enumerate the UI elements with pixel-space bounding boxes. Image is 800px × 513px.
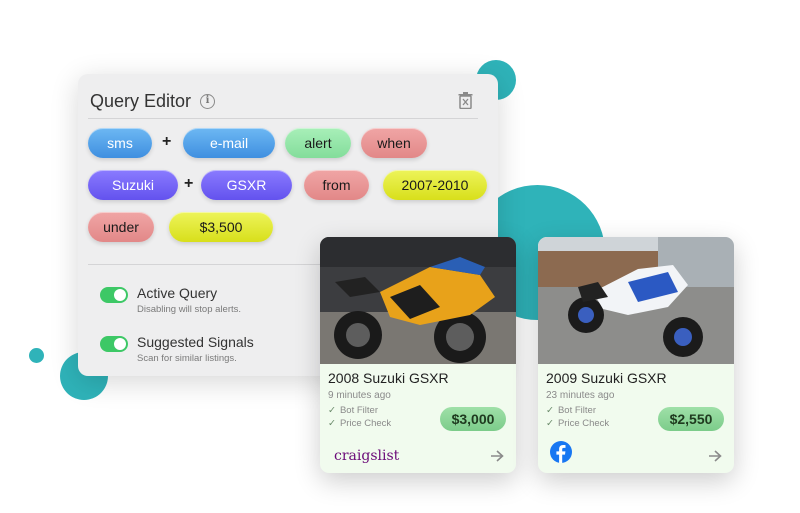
listing-title: 2009 Suzuki GSXR — [546, 370, 667, 386]
chip-from[interactable]: from — [304, 170, 369, 200]
toggle-label: Active Query — [137, 285, 218, 301]
listing-time: 9 minutes ago — [328, 390, 391, 401]
editor-title: Query Editor — [90, 91, 192, 111]
plus-operator: + — [162, 133, 172, 150]
active-query-toggle[interactable] — [100, 287, 128, 303]
chip-gsxr[interactable]: GSXR — [201, 170, 292, 200]
suggested-signals-setting: Suggested Signals Scan for similar listi… — [100, 334, 254, 364]
suggested-signals-toggle[interactable] — [100, 336, 128, 352]
price-badge: $3,000 — [440, 407, 506, 431]
arrow-right-icon[interactable] — [490, 450, 504, 462]
listing-card[interactable]: 2009 Suzuki GSXR 23 minutes ago ✓ Bot Fil… — [538, 237, 734, 473]
toggle-label: Suggested Signals — [137, 334, 254, 350]
check-item: ✓ Price Check — [546, 418, 610, 429]
check-icon: ✓ — [328, 418, 336, 429]
arrow-right-icon[interactable] — [708, 450, 722, 462]
craigslist-logo: craigslist — [334, 448, 400, 464]
check-item: ✓ Bot Filter — [546, 405, 596, 416]
chip-suzuki[interactable]: Suzuki — [88, 170, 178, 200]
check-item: ✓ Price Check — [328, 418, 392, 429]
check-item: ✓ Bot Filter — [328, 405, 378, 416]
price-badge: $2,550 — [658, 407, 724, 431]
toggle-description: Scan for similar listings. — [137, 353, 237, 364]
active-query-setting: Active Query Disabling will stop alerts. — [100, 285, 241, 315]
chip-year-range[interactable]: 2007-2010 — [383, 170, 487, 200]
decorative-dot — [29, 348, 44, 363]
editor-header: Query Editor i — [90, 91, 216, 112]
orange-motorcycle-photo — [320, 237, 516, 364]
chip-sms[interactable]: sms — [88, 128, 152, 158]
check-icon: ✓ — [546, 418, 554, 429]
info-icon[interactable]: i — [200, 94, 216, 109]
chip-under[interactable]: under — [88, 212, 154, 242]
chip-alert[interactable]: alert — [285, 128, 351, 158]
listing-title: 2008 Suzuki GSXR — [328, 370, 449, 386]
check-icon: ✓ — [328, 405, 336, 416]
chip-price-limit[interactable]: $3,500 — [169, 212, 273, 242]
header-divider — [88, 118, 478, 119]
trash-icon[interactable] — [458, 92, 473, 109]
listing-time: 23 minutes ago — [546, 390, 615, 401]
plus-operator: + — [184, 175, 194, 192]
chip-email[interactable]: e-mail — [183, 128, 275, 158]
toggle-description: Disabling will stop alerts. — [137, 304, 242, 315]
listing-card[interactable]: 2008 Suzuki GSXR 9 minutes ago ✓ Bot Filt… — [320, 237, 516, 473]
chip-when[interactable]: when — [361, 128, 427, 158]
facebook-icon — [550, 441, 572, 463]
check-icon: ✓ — [546, 405, 554, 416]
blue-white-motorcycle-photo — [538, 237, 734, 364]
